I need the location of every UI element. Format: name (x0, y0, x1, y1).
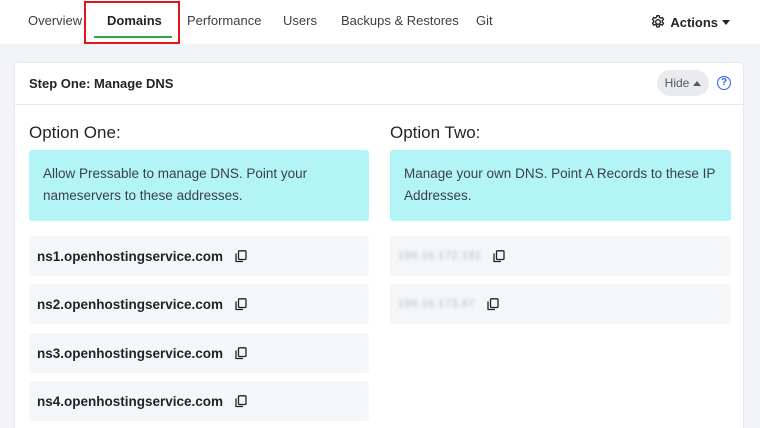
tab-git[interactable]: Git (476, 0, 493, 44)
nameserver-row: ns2.openhostingservice.com (29, 284, 369, 324)
copy-icon[interactable] (487, 297, 499, 311)
tab-performance[interactable]: Performance (187, 0, 261, 44)
copy-icon[interactable] (235, 346, 247, 360)
copy-icon[interactable] (235, 394, 247, 408)
nameserver-row: ns3.openhostingservice.com (29, 333, 369, 373)
nameserver-row: ns4.openhostingservice.com (29, 381, 369, 421)
copy-icon[interactable] (493, 249, 506, 263)
hide-label: Hide (664, 76, 690, 90)
card-title: Step One: Manage DNS (29, 76, 174, 91)
nameserver-value: ns1.openhostingservice.com (37, 248, 224, 264)
active-tab-underline (94, 36, 172, 38)
gear-icon (652, 15, 665, 28)
caret-up-icon (693, 80, 702, 86)
nameserver-row: ns1.openhostingservice.com (29, 236, 369, 276)
option-one-info: Allow Pressable to manage DNS. Point you… (29, 150, 369, 221)
hide-button[interactable]: Hide (657, 70, 709, 96)
ip-address-value: 199.16.173.87 (398, 298, 475, 310)
nameserver-value: ns2.openhostingservice.com (37, 296, 224, 312)
tab-backups-restores[interactable]: Backups & Restores (341, 0, 459, 44)
option-two-info: Manage your own DNS. Point A Records to … (390, 150, 731, 221)
tab-users[interactable]: Users (283, 0, 317, 44)
option-one-heading: Option One: (29, 123, 121, 142)
actions-label: Actions (670, 14, 718, 30)
tab-overview[interactable]: Overview (28, 0, 82, 44)
ip-address-row: 199.16.172.181 (390, 236, 731, 276)
copy-icon[interactable] (235, 297, 247, 311)
ip-address-row: 199.16.173.87 (390, 284, 731, 324)
nameserver-value: ns3.openhostingservice.com (37, 345, 224, 361)
caret-down-icon (722, 19, 730, 25)
option-two-heading: Option Two: (390, 123, 481, 142)
ip-address-value: 199.16.172.181 (398, 250, 482, 262)
nameserver-value: ns4.openhostingservice.com (37, 393, 224, 409)
actions-dropdown[interactable]: Actions (650, 0, 730, 44)
card-header: Step One: Manage DNS Hide ? (15, 63, 743, 105)
copy-icon[interactable] (235, 249, 247, 263)
help-icon[interactable]: ? (717, 76, 731, 90)
manage-dns-card: Step One: Manage DNS Hide ? Option One: … (14, 62, 744, 428)
top-nav: Overview Domains Performance Users Backu… (0, 0, 760, 44)
